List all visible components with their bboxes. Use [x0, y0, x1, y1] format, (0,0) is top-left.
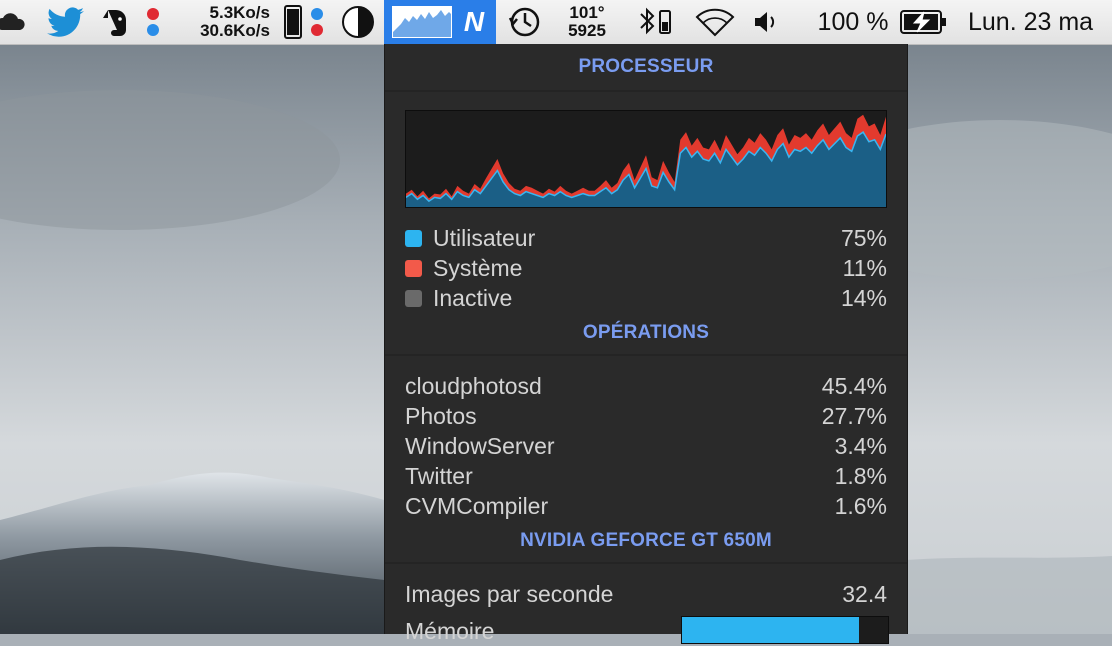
legend-label: Système [433, 254, 523, 281]
process-cpu: 27.7% [821, 402, 887, 429]
clock[interactable]: Lun. 23 ma [968, 0, 1112, 44]
menu-bar: 5.3Ko/s 30.6Ko/s N 101° 5925 100 % Lun. … [0, 0, 1112, 45]
fps-label: Images par seconde [405, 580, 614, 607]
time-machine-icon[interactable] [504, 0, 546, 44]
net-up-speed: 5.3Ko/s [209, 3, 270, 22]
cpu-mini-graph-icon [392, 6, 452, 38]
fps-value: 32.4 [842, 580, 887, 607]
gpu-memory-bar-fill [682, 617, 860, 643]
network-speed[interactable]: 5.3Ko/s 30.6Ko/s [174, 0, 270, 44]
legend-row-system: Système 11% [405, 253, 887, 283]
volume-icon[interactable] [750, 0, 784, 44]
legend-value: 11% [842, 254, 887, 281]
process-name: Photos [405, 402, 477, 429]
legend-value: 75% [840, 224, 887, 251]
process-name: WindowServer [405, 432, 555, 459]
cpu-monitor-panel: PROCESSEUR Utilisateur 75% Système 11% I… [384, 44, 908, 644]
process-row[interactable]: Photos 27.7% [405, 401, 887, 431]
process-cpu: 45.4% [821, 372, 887, 399]
legend-label: Utilisateur [433, 224, 536, 251]
legend-label: Inactive [433, 284, 513, 311]
cloud-icon[interactable] [0, 0, 28, 44]
half-circle-icon[interactable] [338, 0, 378, 44]
phone-battery-icon[interactable] [282, 0, 304, 44]
divider [385, 354, 907, 356]
cpu-graph-menu-item[interactable]: N [384, 0, 496, 44]
process-name: Twitter [405, 462, 473, 489]
gpu-fps-row: Images par seconde 32.4 [405, 579, 887, 609]
network-activity-dots-icon [142, 0, 164, 44]
process-row[interactable]: Twitter 1.8% [405, 461, 887, 491]
clock-text: Lun. 23 ma [968, 7, 1094, 36]
legend-row-user: Utilisateur 75% [405, 223, 887, 253]
disk-activity-dots-icon [306, 0, 328, 44]
legend-value: 14% [840, 284, 887, 311]
user-color-swatch [405, 229, 422, 247]
process-name: cloudphotosd [405, 372, 542, 399]
temperature-fan[interactable]: 101° 5925 [556, 0, 618, 44]
process-cpu: 3.4% [834, 432, 887, 459]
active-app-letter: N [463, 6, 485, 37]
inactive-color-swatch [405, 289, 422, 307]
process-row[interactable]: WindowServer 3.4% [405, 431, 887, 461]
operations-section-title: OPÉRATIONS [582, 322, 710, 343]
twitter-icon[interactable] [44, 0, 88, 44]
process-cpu: 1.6% [834, 492, 887, 519]
battery-percent[interactable]: 100 % [810, 0, 896, 44]
bluetooth-phone-icon[interactable] [634, 0, 676, 44]
evernote-icon[interactable] [98, 0, 134, 44]
process-row[interactable]: CVMCompiler 1.6% [405, 491, 887, 521]
temperature-value: 101° [569, 3, 605, 22]
wifi-icon[interactable] [692, 0, 738, 44]
legend-row-inactive: Inactive 14% [405, 283, 887, 313]
net-down-speed: 30.6Ko/s [200, 21, 270, 40]
gpu-section-title: NVIDIA GEFORCE GT 650M [520, 530, 772, 551]
process-name: CVMCompiler [405, 492, 549, 519]
cpu-usage-graph [405, 110, 887, 208]
battery-charging-icon[interactable] [898, 0, 950, 44]
memory-label: Mémoire [405, 617, 495, 644]
system-color-swatch [405, 259, 422, 277]
cpu-usage-graph-svg [405, 114, 887, 207]
fan-rpm-value: 5925 [568, 21, 606, 40]
gpu-memory-bar [681, 616, 889, 644]
processor-section-title: PROCESSEUR [578, 56, 714, 77]
divider [385, 562, 907, 564]
divider [385, 90, 907, 92]
process-row[interactable]: cloudphotosd 45.4% [405, 371, 887, 401]
battery-percent-text: 100 % [817, 7, 889, 36]
process-cpu: 1.8% [834, 462, 887, 489]
